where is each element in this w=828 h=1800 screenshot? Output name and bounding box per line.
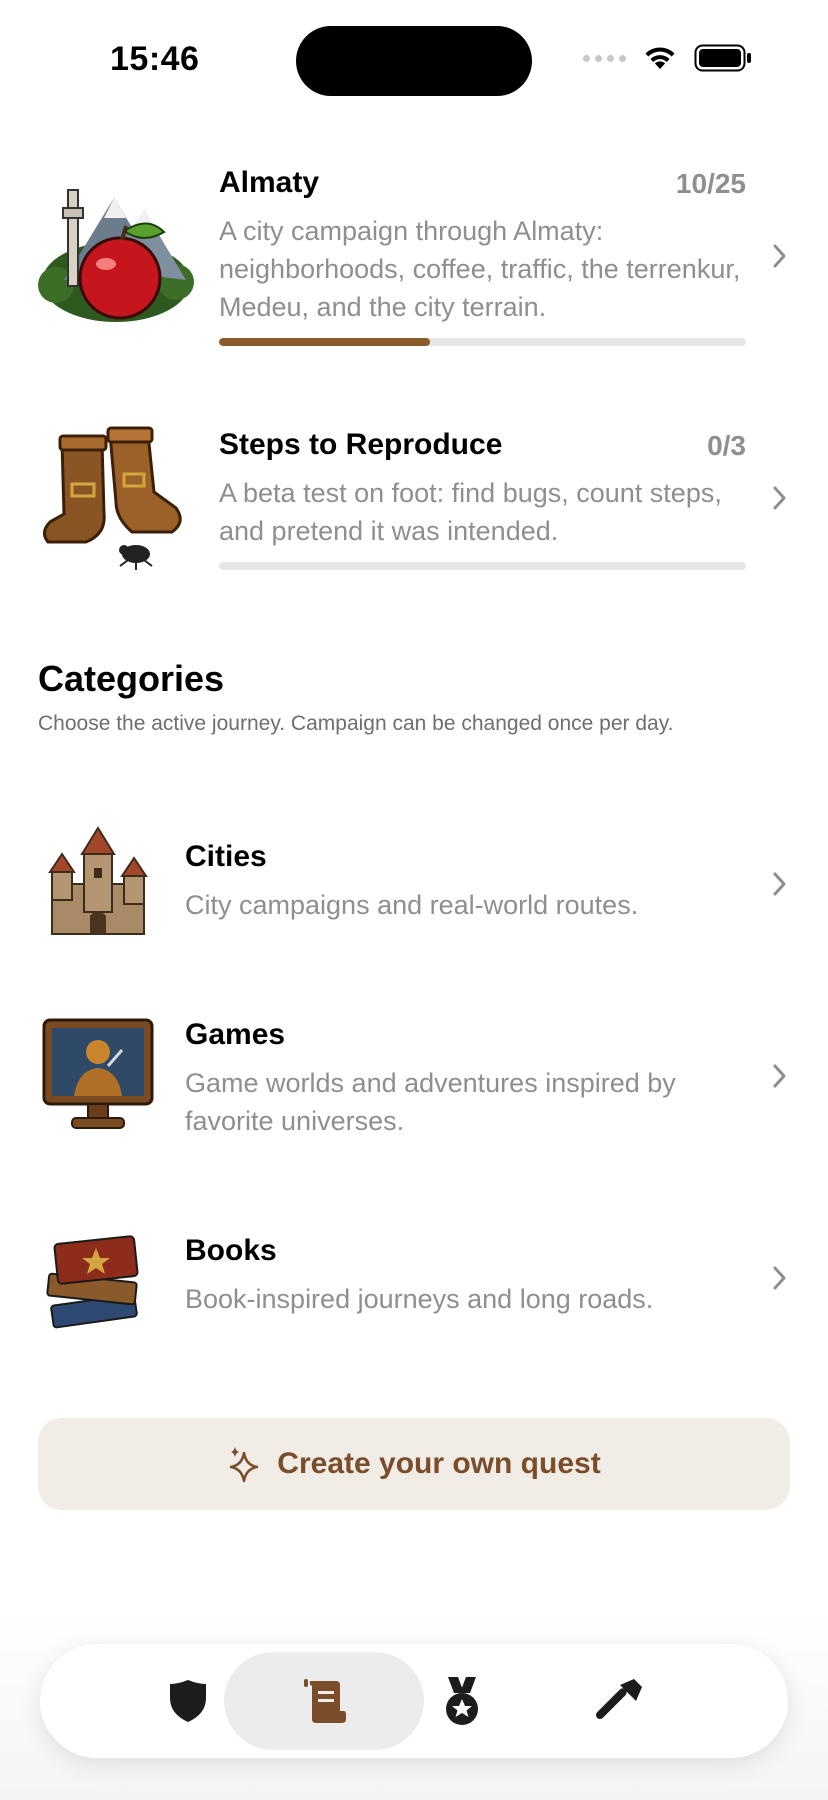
quest-description: A city campaign through Almaty: neighbor… [219, 216, 741, 322]
chevron-right-icon [773, 244, 786, 268]
chevron-right-icon [773, 1266, 786, 1290]
shield-icon [170, 1680, 206, 1722]
castle-icon [38, 824, 158, 944]
quest-progress-count: 10/25 [675, 168, 746, 199]
quest-description: A beta test on foot: find bugs, count st… [219, 478, 722, 546]
category-title: Games [185, 1018, 286, 1051]
quest-progress-bar [219, 338, 746, 346]
books-icon [38, 1218, 158, 1338]
boots-bug-icon [36, 422, 196, 582]
categories-heading: Categories [38, 658, 225, 699]
category-title: Cities [185, 840, 267, 873]
wifi-icon [645, 47, 675, 69]
battery-icon [694, 44, 751, 72]
category-description: City campaigns and real-world routes. [185, 890, 639, 920]
status-indicators [583, 44, 752, 72]
category-row-games[interactable]: Games Game worlds and adventures inspire… [0, 998, 828, 1158]
create-quest-label: Create your own quest [277, 1447, 601, 1480]
monitor-hero-icon [38, 1016, 158, 1136]
category-title: Books [185, 1234, 277, 1267]
category-description: Game worlds and adventures inspired by f… [185, 1068, 676, 1136]
quest-title: Steps to Reproduce [219, 428, 503, 461]
tab-bar [40, 1644, 788, 1758]
hammer-icon [595, 1679, 642, 1720]
category-row-cities[interactable]: Cities City campaigns and real-world rou… [0, 820, 828, 950]
quest-row-steps-to-reproduce[interactable]: Steps to Reproduce 0/3 A beta test on fo… [0, 422, 828, 582]
quest-progress-fill [219, 338, 430, 346]
quest-row-almaty[interactable]: Almaty 10/25 A city campaign through Alm… [0, 160, 828, 360]
apple-mountain-icon [36, 170, 196, 330]
category-description: Book-inspired journeys and long roads. [185, 1284, 654, 1314]
create-quest-button[interactable]: Create your own quest [38, 1418, 790, 1510]
medal-icon [446, 1677, 478, 1725]
chevron-right-icon [773, 872, 786, 896]
tab-tools[interactable] [520, 1652, 720, 1750]
scroll-icon [304, 1679, 346, 1723]
categories-subtitle: Choose the active journey. Campaign can … [38, 712, 674, 735]
quest-progress-count: 0/3 [707, 430, 746, 461]
status-time: 15:46 [110, 40, 200, 78]
quests-screen: 15:46 Almaty 10/25 A city campaign throu… [0, 0, 828, 1800]
quest-title: Almaty [219, 166, 320, 199]
dynamic-island [296, 26, 532, 96]
sparkle-icon [230, 1447, 259, 1483]
chevron-right-icon [773, 1064, 786, 1088]
cellular-signal-icon [583, 54, 626, 62]
chevron-right-icon [773, 486, 786, 510]
category-row-books[interactable]: Books Book-inspired journeys and long ro… [0, 1214, 828, 1344]
quest-progress-bar [219, 562, 746, 570]
